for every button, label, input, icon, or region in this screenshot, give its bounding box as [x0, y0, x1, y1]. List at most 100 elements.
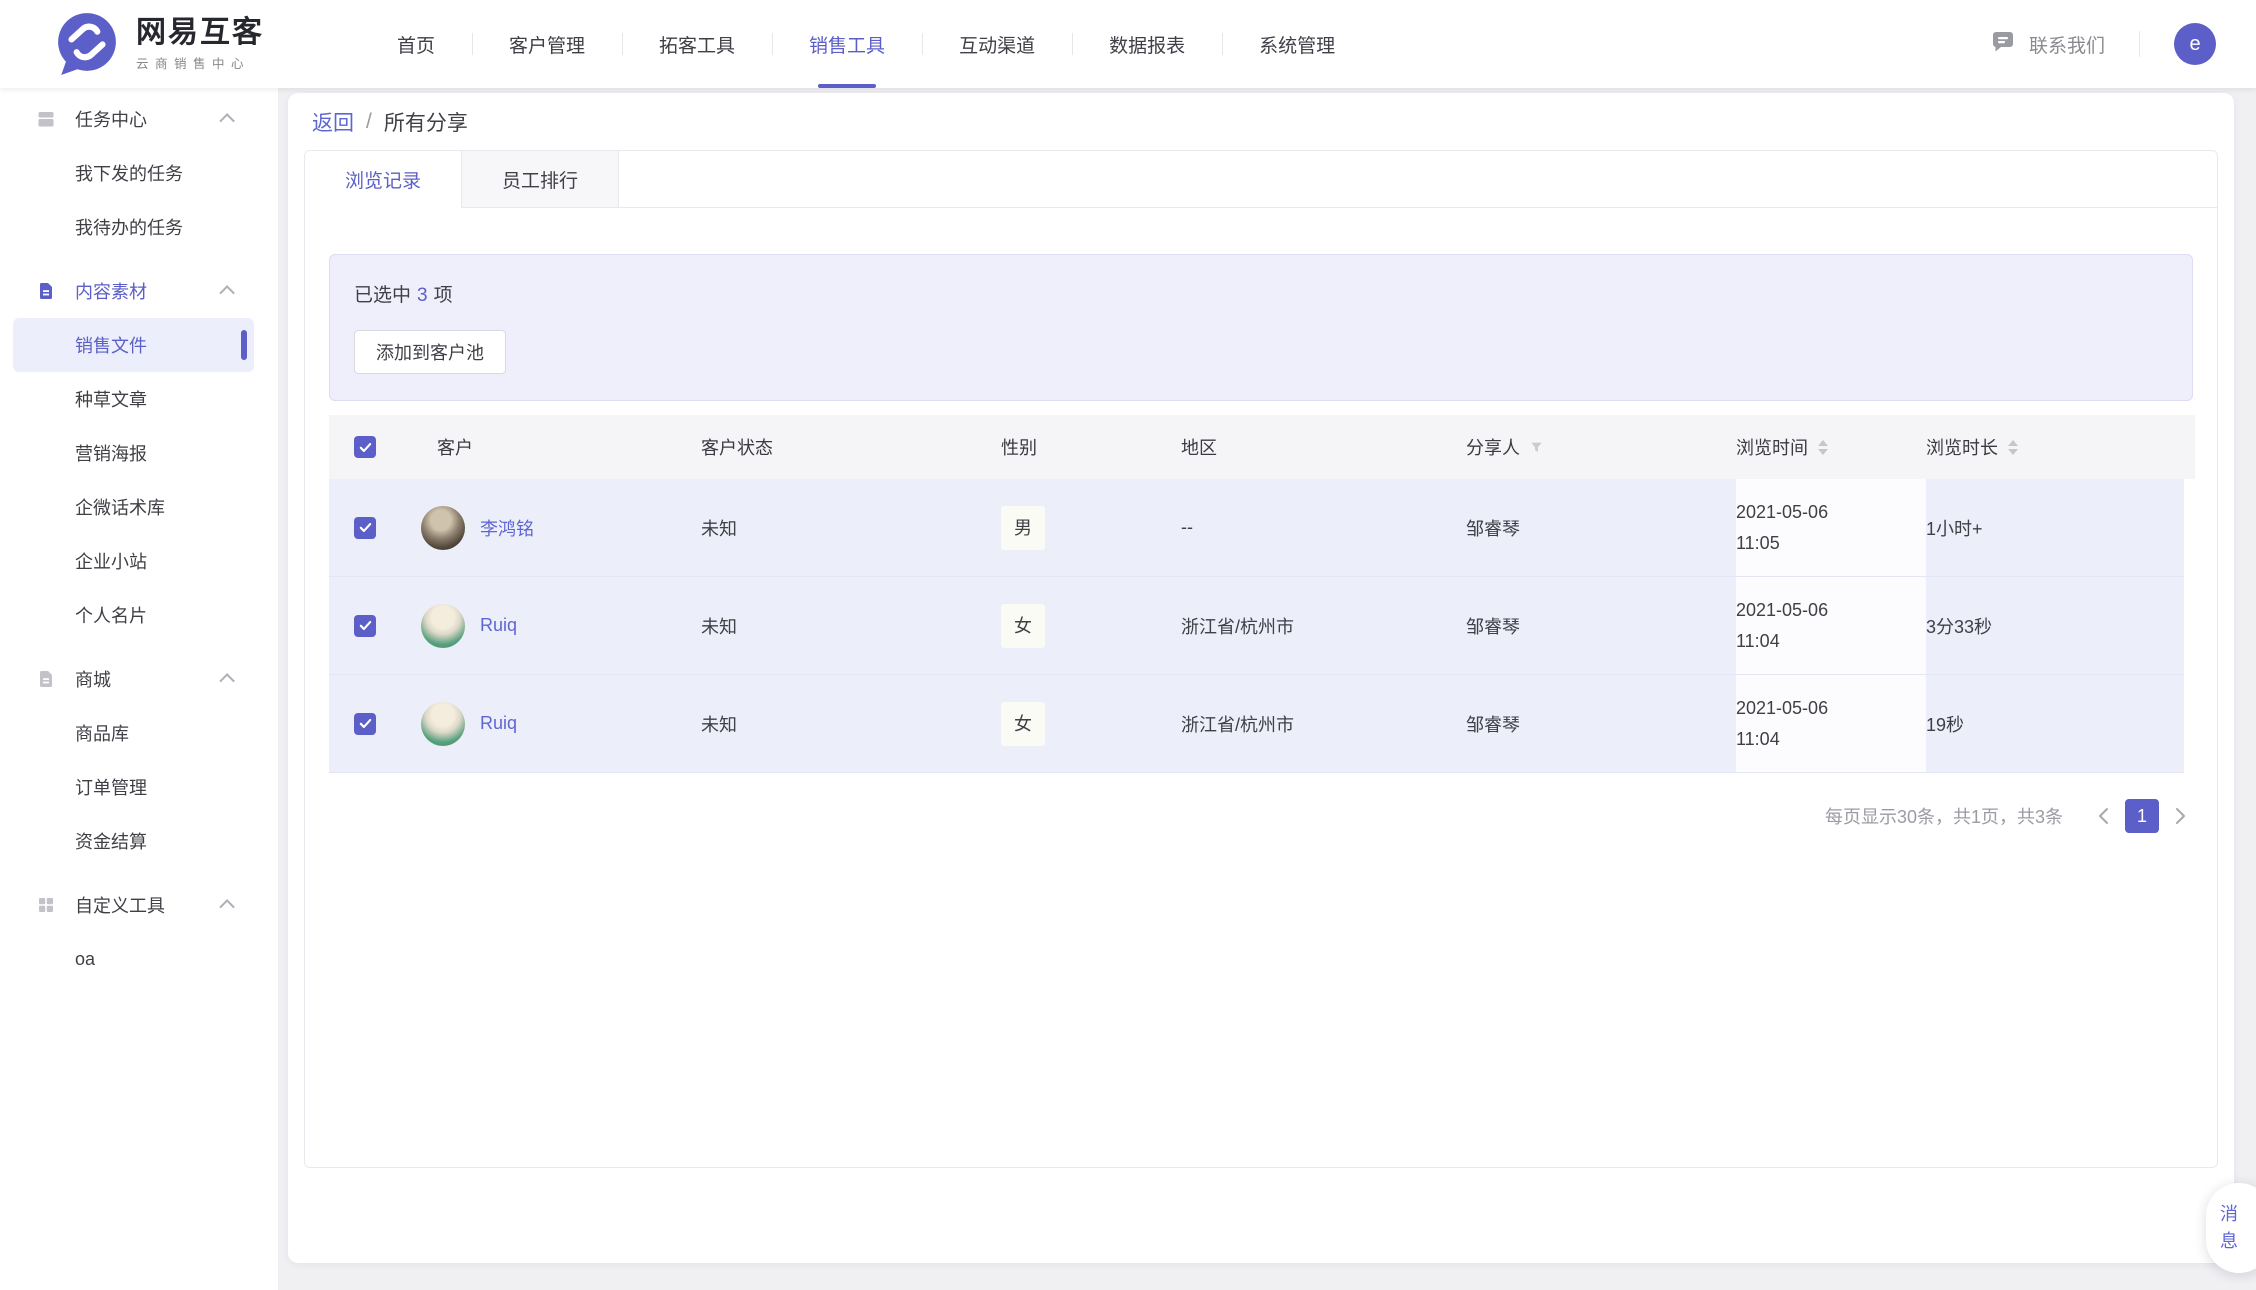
column-label: 浏览时间 — [1736, 434, 1808, 460]
add-to-customer-pool-button[interactable]: 添加到客户池 — [354, 330, 506, 374]
logo: 网易互客 云商销售中心 — [54, 11, 264, 77]
sidebar-item-order-management[interactable]: 订单管理 — [0, 760, 278, 814]
sidebar-group-task-center[interactable]: 任务中心 — [0, 92, 278, 146]
view-clock: 11:05 — [1736, 528, 1926, 559]
cell-gender: 女 — [1001, 675, 1181, 773]
nav-item-prospecting-tools[interactable]: 拓客工具 — [622, 0, 772, 88]
chevron-up-icon — [219, 113, 235, 129]
grid-icon — [36, 895, 56, 915]
nav-item-data-reports[interactable]: 数据报表 — [1072, 0, 1222, 88]
cell-status: 未知 — [701, 675, 1001, 773]
customer-name-link[interactable]: 李鸿铭 — [480, 515, 534, 541]
content-card: 返回 / 所有分享 浏览记录 员工排行 已选中3项 添加到客户池 — [288, 93, 2234, 1263]
header-right: 联系我们 e — [1991, 23, 2216, 65]
view-clock: 11:04 — [1736, 724, 1926, 755]
sort-desc-icon[interactable] — [1818, 449, 1828, 455]
cell-view-time: 2021-05-0611:04 — [1736, 577, 1926, 675]
sidebar-item-my-todo-tasks[interactable]: 我待办的任务 — [0, 200, 278, 254]
customer-name-link[interactable]: Ruiq — [480, 713, 517, 734]
view-date: 2021-05-06 — [1736, 497, 1926, 528]
sort-asc-icon[interactable] — [2008, 440, 2018, 446]
task-box-icon — [36, 109, 56, 129]
logo-title: 网易互客 — [136, 17, 264, 49]
nav-item-system-management[interactable]: 系统管理 — [1222, 0, 1372, 88]
cell-region: 浙江省/杭州市 — [1181, 577, 1466, 675]
scrollbar-gutter — [2184, 479, 2195, 577]
sidebar-item-marketing-posters[interactable]: 营销海报 — [0, 426, 278, 480]
row-checkbox[interactable] — [354, 713, 376, 735]
customer-name-link[interactable]: Ruiq — [480, 615, 517, 636]
column-label: 浏览时长 — [1926, 434, 1998, 460]
breadcrumb: 返回 / 所有分享 — [288, 93, 2234, 150]
main-nav: 首页 客户管理 拓客工具 销售工具 互动渠道 数据报表 系统管理 — [360, 0, 1372, 88]
view-date: 2021-05-06 — [1736, 595, 1926, 626]
active-item-indicator — [241, 330, 247, 360]
table-row: Ruiq 未知 女 浙江省/杭州市 邹睿琴 2021-05-0611:04 3分… — [329, 577, 2195, 675]
sidebar-item-wecom-scripts[interactable]: 企微话术库 — [0, 480, 278, 534]
document-icon — [36, 281, 56, 301]
back-link[interactable]: 返回 — [312, 107, 354, 137]
cell-sharer: 邹睿琴 — [1466, 479, 1736, 577]
sidebar-item-seeding-articles[interactable]: 种草文章 — [0, 372, 278, 426]
customer-avatar — [421, 604, 465, 648]
user-avatar[interactable]: e — [2174, 23, 2216, 65]
sort-desc-icon[interactable] — [2008, 449, 2018, 455]
sidebar-group-label: 内容素材 — [75, 278, 147, 304]
logo-text: 网易互客 云商销售中心 — [136, 17, 264, 72]
sidebar-item-fund-settlement[interactable]: 资金结算 — [0, 814, 278, 868]
sidebar-item-label: 销售文件 — [75, 332, 147, 358]
nav-item-interaction-channels[interactable]: 互动渠道 — [922, 0, 1072, 88]
tab-content: 已选中3项 添加到客户池 客户 客户状态 性别 地区 — [305, 208, 2217, 833]
records-table: 客户 客户状态 性别 地区 分享人 浏览时间 浏览时长 — [329, 415, 2195, 773]
column-header-view-time[interactable]: 浏览时间 — [1736, 415, 1926, 479]
sidebar-item-my-assigned-tasks[interactable]: 我下发的任务 — [0, 146, 278, 200]
customer-avatar — [421, 506, 465, 550]
sidebar-item-personal-card[interactable]: 个人名片 — [0, 588, 278, 642]
message-button[interactable]: 消息 — [2206, 1183, 2256, 1273]
sidebar-group-mall[interactable]: 商城 — [0, 652, 278, 706]
tab-employee-ranking[interactable]: 员工排行 — [462, 151, 619, 207]
selection-banner: 已选中3项 添加到客户池 — [329, 254, 2193, 401]
selection-suffix: 项 — [434, 285, 453, 306]
column-header-duration[interactable]: 浏览时长 — [1926, 415, 2184, 479]
sidebar-item-oa[interactable]: oa — [0, 932, 278, 986]
message-label: 消息 — [2219, 1201, 2239, 1255]
gender-chip: 男 — [1001, 506, 1045, 550]
sidebar-item-company-site[interactable]: 企业小站 — [0, 534, 278, 588]
filter-icon[interactable] — [1530, 441, 1543, 454]
pagination-summary: 每页显示30条，共1页，共3条 — [1825, 803, 2063, 829]
nav-item-customer-management[interactable]: 客户管理 — [472, 0, 622, 88]
row-checkbox[interactable] — [354, 615, 376, 637]
prev-page-button[interactable] — [2091, 801, 2115, 831]
cell-region: 浙江省/杭州市 — [1181, 675, 1466, 773]
tab-browse-records[interactable]: 浏览记录 — [305, 151, 462, 207]
page-icon — [36, 669, 56, 689]
selection-prefix: 已选中 — [354, 285, 411, 306]
sort-icons[interactable] — [2008, 440, 2018, 455]
sidebar-item-sales-files[interactable]: 销售文件 — [13, 318, 254, 372]
select-all-checkbox[interactable] — [354, 436, 376, 458]
sidebar-group-content-material[interactable]: 内容素材 — [0, 264, 278, 318]
scrollbar-gutter — [2184, 415, 2195, 479]
sort-asc-icon[interactable] — [1818, 440, 1828, 446]
logo-subtitle: 云商销售中心 — [136, 53, 264, 72]
breadcrumb-separator: / — [366, 110, 372, 134]
sidebar-item-product-library[interactable]: 商品库 — [0, 706, 278, 760]
sidebar-group-custom-tools[interactable]: 自定义工具 — [0, 878, 278, 932]
logo-icon — [54, 11, 120, 77]
row-checkbox[interactable] — [354, 517, 376, 539]
current-page-button[interactable]: 1 — [2125, 799, 2159, 833]
nav-item-sales-tools[interactable]: 销售工具 — [772, 0, 922, 88]
next-page-button[interactable] — [2169, 801, 2193, 831]
cell-duration: 19秒 — [1926, 675, 2184, 773]
table-header-row: 客户 客户状态 性别 地区 分享人 浏览时间 浏览时长 — [329, 415, 2195, 479]
cell-status: 未知 — [701, 577, 1001, 675]
contact-us-button[interactable]: 联系我们 — [1991, 29, 2105, 59]
column-header-status: 客户状态 — [701, 415, 1001, 479]
nav-item-home[interactable]: 首页 — [360, 0, 472, 88]
sort-icons[interactable] — [1818, 440, 1828, 455]
sidebar-group-label: 自定义工具 — [75, 892, 165, 918]
cell-view-time: 2021-05-0611:04 — [1736, 675, 1926, 773]
app-header: 网易互客 云商销售中心 首页 客户管理 拓客工具 销售工具 互动渠道 数据报表 … — [0, 0, 2256, 88]
chevron-up-icon — [219, 285, 235, 301]
